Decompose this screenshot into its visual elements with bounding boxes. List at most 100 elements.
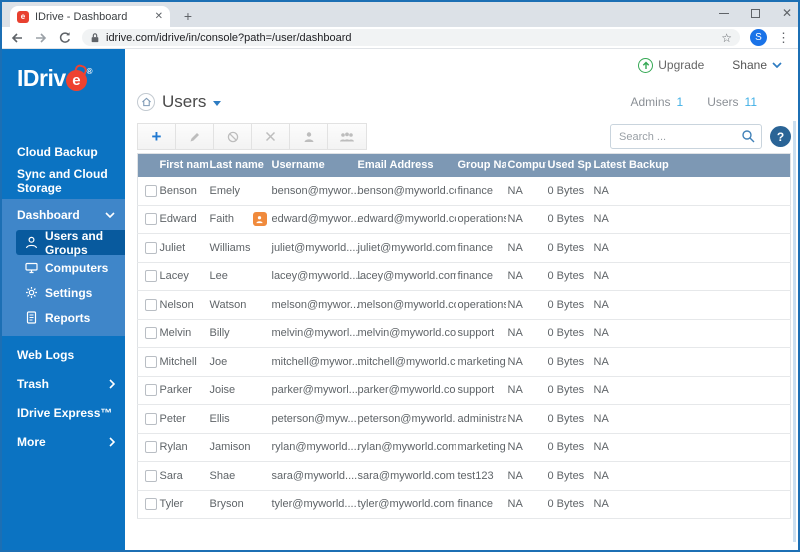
table-row[interactable]: Parker Joise parker@myworl... parker@myw…	[137, 376, 791, 405]
table-row[interactable]: Rylan Jamison rylan@myworld.... rylan@my…	[137, 433, 791, 462]
page-title-caret-icon[interactable]	[213, 100, 222, 106]
row-checkbox[interactable]	[145, 184, 157, 197]
column-last-name[interactable]: Last name	[207, 153, 270, 177]
row-checkbox[interactable]	[145, 241, 157, 254]
bookmark-star-icon[interactable]: ☆	[721, 31, 732, 45]
row-checkbox[interactable]	[145, 498, 157, 511]
edit-user-button[interactable]	[176, 124, 214, 149]
users-table-body: Benson Emely benson@mywor... benson@mywo…	[137, 176, 791, 519]
logo-text: IDriv	[17, 65, 66, 91]
cell-username: juliet@myworld....	[269, 233, 358, 263]
window-close-icon[interactable]: ✕	[782, 7, 792, 19]
new-tab-button[interactable]: +	[180, 8, 196, 24]
table-row[interactable]: Mitchell Joe mitchell@mywor... mitchell@…	[137, 347, 791, 377]
sidebar-item-web-logs[interactable]: Web Logs	[2, 340, 125, 369]
idrive-logo[interactable]: IDriv e ®	[2, 49, 125, 111]
cell-latest-backup: NA	[591, 176, 791, 206]
add-user-button[interactable]: +	[138, 124, 176, 149]
table-row[interactable]: Melvin Billy melvin@myworl... melvin@myw…	[137, 319, 791, 348]
table-row[interactable]: Benson Emely benson@mywor... benson@mywo…	[137, 176, 791, 206]
back-icon[interactable]	[10, 31, 24, 45]
table-row[interactable]: Tyler Bryson tyler@myworld.... tyler@myw…	[137, 490, 791, 519]
cell-username: mitchell@mywor...	[269, 347, 361, 377]
window-maximize-icon[interactable]	[750, 8, 760, 18]
browser-tab[interactable]: e IDrive - Dashboard ✕	[10, 6, 170, 27]
row-checkbox[interactable]	[145, 412, 157, 425]
cell-email: melvin@myworld.com	[355, 319, 456, 348]
cell-used-space: 0 Bytes	[545, 319, 592, 348]
sidebar-item-computers[interactable]: Computers	[16, 255, 125, 280]
cell-used-space: 0 Bytes	[545, 376, 592, 405]
help-button[interactable]: ?	[770, 126, 791, 147]
upgrade-button[interactable]: Upgrade	[638, 57, 704, 73]
cell-computers: NA	[505, 290, 546, 320]
cell-username: rylan@myworld....	[269, 433, 360, 462]
table-row[interactable]: Peter Ellis peterson@myw... peterson@myw…	[137, 404, 791, 434]
sidebar-item-trash[interactable]: Trash	[2, 369, 125, 398]
cell-latest-backup: NA	[591, 347, 791, 377]
row-checkbox[interactable]	[145, 384, 157, 397]
cell-computers: NA	[505, 376, 546, 405]
sidebar-item-reports[interactable]: Reports	[16, 305, 125, 330]
admins-count[interactable]: 1	[677, 95, 684, 109]
sidebar-item-more[interactable]: More	[2, 427, 125, 456]
refresh-icon[interactable]	[58, 31, 72, 45]
row-checkbox[interactable]	[145, 469, 157, 482]
search-input[interactable]	[610, 124, 762, 149]
computer-icon	[25, 262, 38, 274]
sidebar-item-settings[interactable]: Settings	[16, 280, 125, 305]
cell-username: lacey@myworld....	[269, 262, 362, 291]
home-icon[interactable]	[137, 93, 155, 111]
logo-lock-icon: e	[65, 70, 87, 91]
column-username[interactable]: Username	[269, 153, 356, 177]
table-row[interactable]: Edward Faith edward@mywor... edward@mywo…	[137, 205, 791, 234]
cell-latest-backup: NA	[591, 461, 791, 491]
row-checkbox[interactable]	[145, 355, 157, 368]
sidebar-item-cloud-backup[interactable]: Cloud Backup	[2, 137, 125, 166]
table-row[interactable]: Lacey Lee lacey@myworld.... lacey@myworl…	[137, 262, 791, 291]
cell-group-name: marketing	[455, 347, 506, 377]
url-field[interactable]: idrive.com/idrive/in/console?path=/user/…	[82, 29, 740, 46]
column-group-name[interactable]: Group Name	[455, 153, 506, 177]
forward-icon[interactable]	[34, 31, 48, 45]
column-latest-backup[interactable]: Latest Backup	[591, 153, 791, 177]
cell-computers: NA	[505, 433, 546, 462]
single-user-button[interactable]	[290, 124, 328, 149]
sidebar-item-sync-cloud-storage[interactable]: Sync and Cloud Storage	[2, 166, 125, 195]
user-group-button[interactable]	[328, 124, 366, 149]
scrollbar-track[interactable]	[793, 121, 796, 542]
column-email-address[interactable]: Email Address	[355, 153, 456, 177]
sidebar-item-idrive-express[interactable]: IDrive Express™	[2, 398, 125, 427]
window-minimize-icon[interactable]	[718, 12, 729, 14]
person-icon	[304, 131, 313, 142]
table-row[interactable]: Nelson Watson melson@mywor... melson@myw…	[137, 290, 791, 320]
cell-last-name: Ellis	[207, 404, 270, 434]
tab-title: IDrive - Dashboard	[35, 10, 128, 23]
tab-close-icon[interactable]: ✕	[155, 11, 163, 22]
table-row[interactable]: Sara Shae sara@myworld.... sara@myworld.…	[137, 461, 791, 491]
column-used-space[interactable]: Used Space	[545, 153, 592, 177]
cell-last-name: Joe	[207, 347, 270, 377]
row-checkbox[interactable]	[145, 298, 157, 311]
page-title: Users	[162, 92, 207, 111]
cell-computers: NA	[505, 347, 546, 377]
column-computers[interactable]: Computers	[505, 153, 546, 177]
disable-user-button[interactable]	[214, 124, 252, 149]
sidebar-item-dashboard[interactable]: Dashboard	[2, 199, 125, 230]
delete-user-button[interactable]	[252, 124, 290, 149]
account-menu[interactable]: Shane	[732, 58, 782, 72]
row-checkbox[interactable]	[145, 213, 157, 226]
admin-badge-icon	[252, 212, 267, 227]
column-first-name[interactable]: First name	[157, 153, 208, 177]
sidebar-item-users-and-groups[interactable]: Users and Groups	[16, 229, 125, 257]
profile-avatar[interactable]: S	[750, 29, 767, 46]
x-icon	[265, 131, 276, 142]
row-checkbox[interactable]	[145, 270, 157, 283]
row-checkbox[interactable]	[145, 441, 157, 454]
search-icon[interactable]	[741, 129, 756, 144]
browser-menu-icon[interactable]: ⋮	[777, 30, 790, 46]
users-count[interactable]: 11	[745, 95, 757, 109]
row-checkbox[interactable]	[145, 327, 157, 340]
cell-computers: NA	[505, 205, 546, 234]
table-row[interactable]: Juliet Williams juliet@myworld.... julie…	[137, 233, 791, 263]
